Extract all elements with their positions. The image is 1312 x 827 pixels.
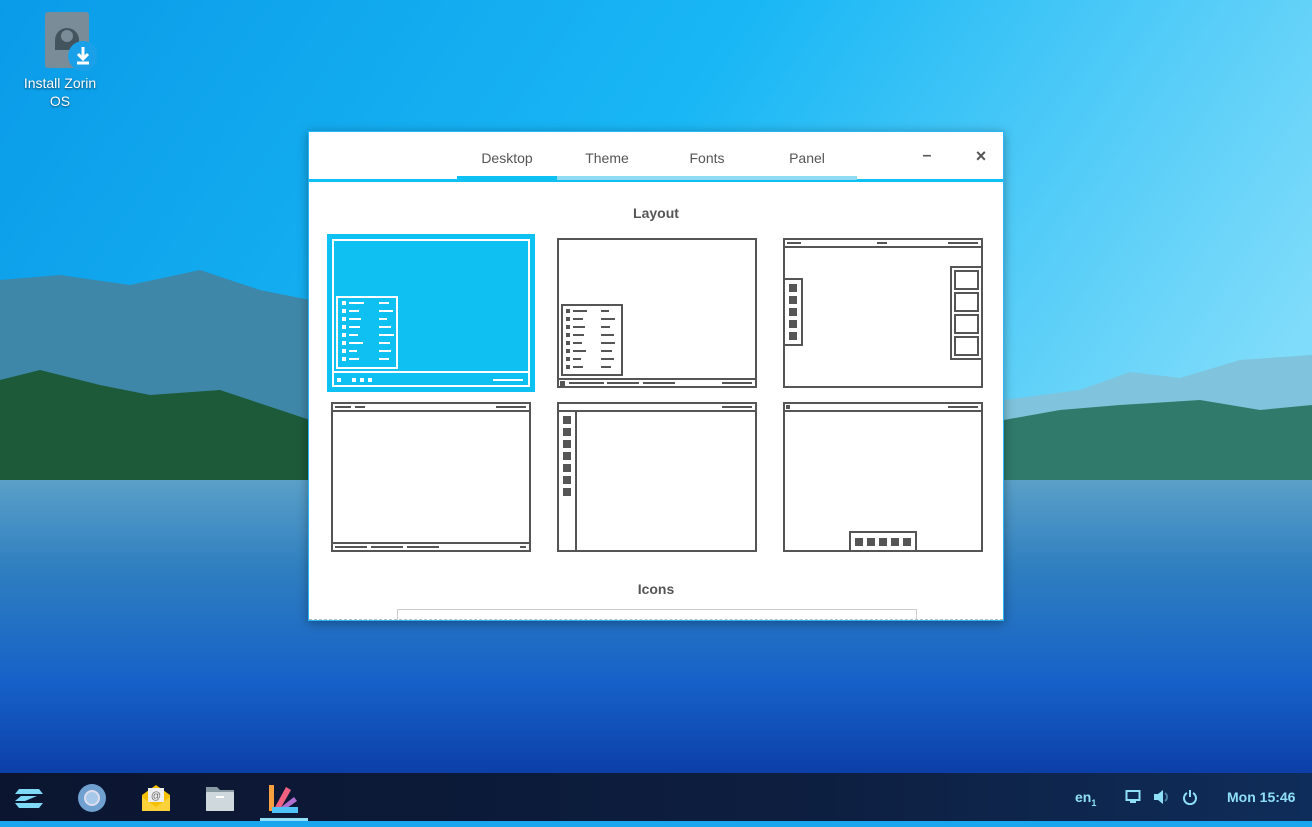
desktop-icon-install-zorin[interactable]: Install Zorin OS [14,12,106,110]
layout-option-two-panels[interactable] [331,402,531,552]
volume-icon[interactable] [1153,789,1171,805]
layout-option-gnome[interactable] [783,238,983,388]
keyboard-layout-indicator[interactable]: en1 [1075,773,1096,821]
tab-desktop[interactable]: Desktop [457,132,557,180]
desktop-icon-label: Install Zorin OS [23,75,97,109]
svg-text:@: @ [151,791,161,802]
clock[interactable]: Mon 15:46 [1227,773,1295,821]
files-icon[interactable] [202,781,238,815]
appearance-icon[interactable] [266,781,302,815]
layout-option-dock[interactable] [783,402,983,552]
appearance-window: Desktop Theme Fonts Panel – × Layout Ico… [308,131,1004,621]
icons-heading: Icons [637,581,675,597]
keyboard-layout-index: 1 [1091,797,1097,808]
close-button[interactable]: × [969,144,993,168]
minimize-button[interactable]: – [915,144,939,168]
zorin-menu-icon[interactable] [11,781,47,815]
keyboard-layout-label: en [1075,789,1092,805]
layout-option-windows[interactable] [327,234,535,392]
tab-theme[interactable]: Theme [557,132,657,180]
layout-heading: Layout [633,205,679,221]
tab-fonts[interactable]: Fonts [657,132,757,180]
power-icon[interactable] [1182,789,1198,805]
scroll-edge [309,619,1003,620]
window-header: Desktop Theme Fonts Panel – × [309,132,1003,182]
mail-icon[interactable]: @ [138,781,174,815]
layout-option-classic[interactable] [557,238,757,388]
taskbar: @ en1 Mon 15:46 [0,773,1312,821]
installer-icon [37,12,98,71]
notifications-icon[interactable] [1125,789,1141,805]
chromium-icon[interactable] [74,781,110,815]
tab-panel[interactable]: Panel [757,132,857,180]
layout-option-unity[interactable] [557,402,757,552]
